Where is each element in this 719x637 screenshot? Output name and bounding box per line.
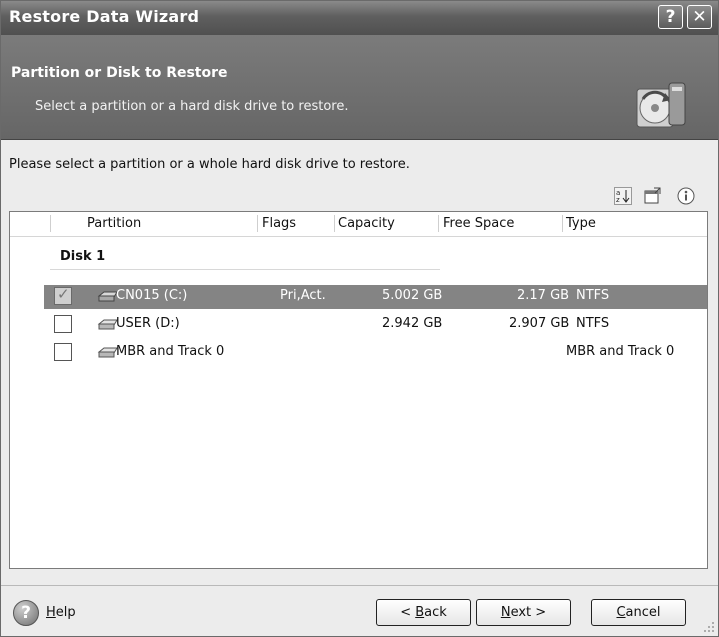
disk-label: Disk 1 <box>60 249 106 264</box>
back-prefix: < <box>400 605 416 620</box>
partition-row[interactable]: MBR and Track 0 MBR and Track 0 <box>44 341 707 365</box>
title-help-button[interactable]: ? <box>658 5 683 29</box>
cancel-accel: C <box>616 605 626 620</box>
help-link[interactable]: Help <box>46 605 76 620</box>
row-free-space: 2.907 GB <box>509 316 570 331</box>
col-type[interactable]: Type <box>566 216 596 231</box>
resize-grip-icon[interactable] <box>703 621 715 633</box>
next-rest: ext > <box>510 605 547 620</box>
col-capacity[interactable]: Capacity <box>338 216 395 231</box>
row-partition: USER (D:) <box>116 316 180 331</box>
sort-icon[interactable]: a z <box>614 187 632 205</box>
row-partition: CN015 (C:) <box>116 288 188 303</box>
column-separator[interactable] <box>50 215 51 232</box>
column-separator[interactable] <box>257 215 258 232</box>
row-type: NTFS <box>576 288 610 303</box>
help-rest: elp <box>55 605 76 620</box>
row-flags: Pri,Act. <box>280 288 326 303</box>
header-title: Partition or Disk to Restore <box>11 65 228 81</box>
instruction-text: Please select a partition or a whole har… <box>9 157 410 172</box>
restore-wizard-window: Restore Data Wizard ? ✕ Partition or Dis… <box>0 0 719 637</box>
back-accel: B <box>415 605 425 620</box>
footer-divider <box>1 585 718 586</box>
checkmark-icon: ✓ <box>57 285 70 303</box>
cancel-rest: ancel <box>625 605 661 620</box>
wizard-header: Partition or Disk to Restore Select a pa… <box>1 35 718 140</box>
row-checkbox[interactable]: ✓ <box>54 285 72 305</box>
column-header: Partition Flags Capacity Free Space Type <box>10 212 707 237</box>
properties-icon[interactable] <box>644 187 662 205</box>
row-checkbox[interactable] <box>54 315 72 333</box>
help-icon[interactable]: ? <box>13 600 39 626</box>
disk-divider <box>50 269 440 270</box>
row-capacity: 2.942 GB <box>382 316 443 331</box>
back-button[interactable]: < Back <box>376 599 471 626</box>
partition-row[interactable]: USER (D:) 2.942 GB 2.907 GB NTFS <box>44 313 707 337</box>
help-accel: H <box>46 605 56 620</box>
row-partition: MBR and Track 0 <box>116 344 225 359</box>
partition-list[interactable]: Partition Flags Capacity Free Space Type… <box>9 211 708 569</box>
column-separator[interactable] <box>438 215 439 232</box>
column-separator[interactable] <box>334 215 335 232</box>
row-checkbox[interactable] <box>54 343 72 361</box>
row-capacity: 5.002 GB <box>382 288 443 303</box>
partition-row[interactable]: ✓ CN015 (C:) Pri,Act. 5.002 GB 2.17 GB N… <box>44 285 707 309</box>
info-icon[interactable] <box>677 187 695 205</box>
title-close-button[interactable]: ✕ <box>687 5 712 29</box>
back-rest: ack <box>424 605 447 620</box>
row-type: NTFS <box>576 316 610 331</box>
svg-text:z: z <box>616 196 620 204</box>
next-button[interactable]: Next > <box>476 599 571 626</box>
row-free-space: 2.17 GB <box>517 288 570 303</box>
row-type: MBR and Track 0 <box>566 344 675 359</box>
col-flags[interactable]: Flags <box>262 216 296 231</box>
col-partition[interactable]: Partition <box>87 216 141 231</box>
column-separator[interactable] <box>562 215 563 232</box>
next-accel: N <box>500 605 511 620</box>
restore-disk-icon <box>636 82 686 128</box>
header-subtitle: Select a partition or a hard disk drive … <box>35 99 349 114</box>
title-bar: Restore Data Wizard ? ✕ <box>1 1 718 35</box>
col-free-space[interactable]: Free Space <box>443 216 514 231</box>
cancel-button[interactable]: Cancel <box>591 599 686 626</box>
window-title: Restore Data Wizard <box>9 7 200 26</box>
